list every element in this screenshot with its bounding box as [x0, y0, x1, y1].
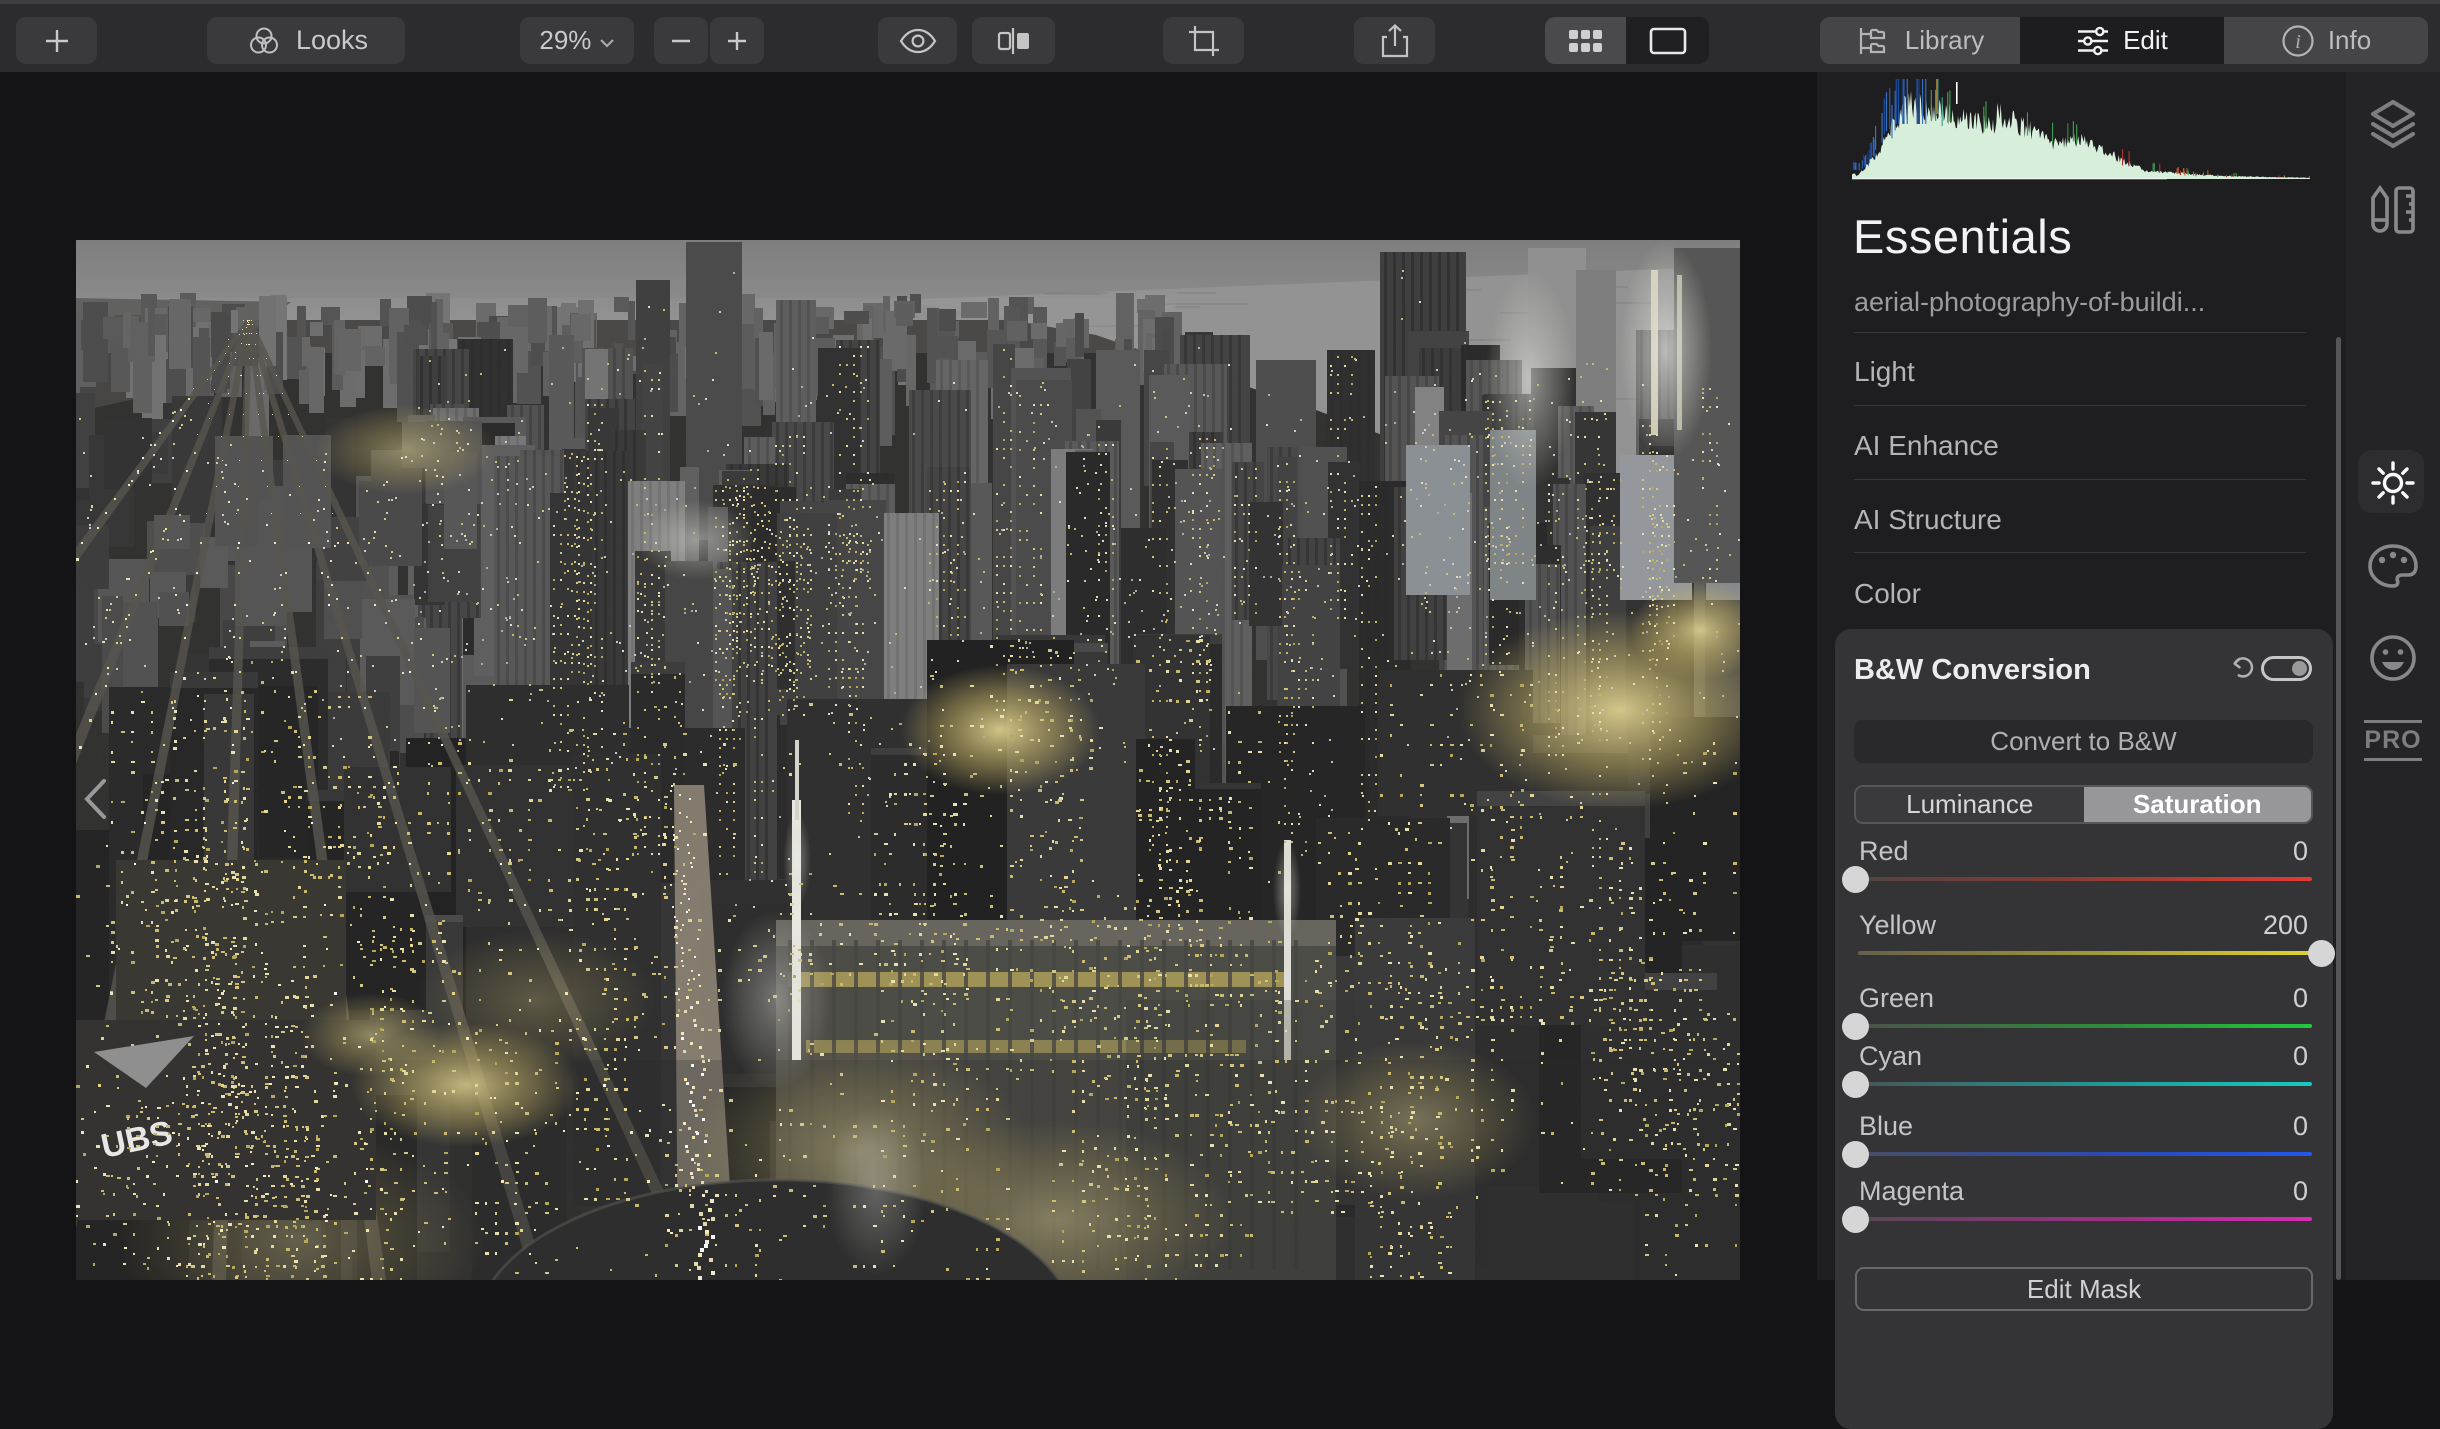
svg-text:i: i	[2295, 31, 2301, 53]
